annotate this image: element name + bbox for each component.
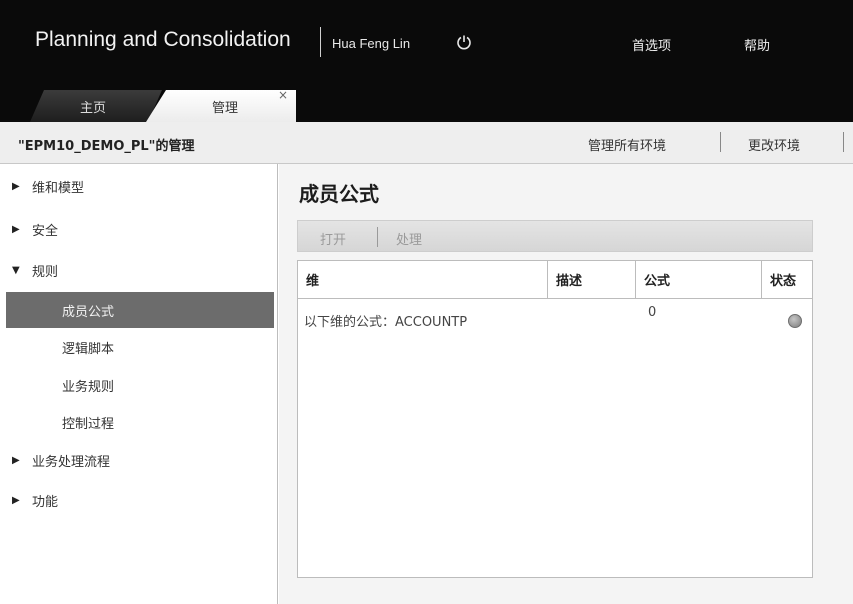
sidebar-item-controls[interactable]: 控制过程: [0, 406, 276, 438]
divider: [720, 132, 721, 152]
sidebar-item-business-process-flows[interactable]: ▶ 业务处理流程: [0, 444, 276, 476]
sidebar: ▶ 维和模型 ▶ 安全 ▼ 规则 成员公式 逻辑脚本 业务规则 控制过程 ▶ 业…: [0, 164, 278, 604]
close-tab-icon[interactable]: ×: [278, 88, 288, 102]
toolbar: 打开 处理: [297, 220, 813, 252]
open-button[interactable]: 打开: [320, 229, 346, 248]
change-environment-link[interactable]: 更改环境: [748, 135, 800, 154]
status-indicator-icon: [788, 314, 802, 328]
sidebar-item-label: 规则: [32, 264, 59, 280]
cell-dimension: 以下维的公式：ACCOUNTP: [304, 315, 468, 330]
divider: [843, 132, 844, 152]
sidebar-item-label: 维和模型: [32, 180, 85, 196]
user-name: Hua Feng Lin: [332, 36, 411, 51]
app-header: Planning and Consolidation Hua Feng Lin …: [0, 0, 853, 122]
process-button[interactable]: 处理: [396, 229, 422, 248]
toolbar-divider: [377, 227, 378, 247]
preferences-link[interactable]: 首选项: [632, 35, 671, 54]
column-header-status[interactable]: 状态: [762, 261, 812, 298]
sidebar-item-business-rules[interactable]: 业务规则: [0, 369, 276, 401]
formulas-table: 维 描述 公式 状态 以下维的公式：ACCOUNTP 0: [297, 260, 813, 578]
tab-admin[interactable]: 管理: [146, 90, 296, 122]
column-header-dimension[interactable]: 维: [298, 261, 548, 298]
sidebar-item-security[interactable]: ▶ 安全: [0, 213, 276, 245]
expand-arrow-icon: ▶: [12, 223, 20, 235]
app-title: Planning and Consolidation: [35, 28, 291, 51]
environment-title: "EPM10_DEMO_PL"的管理: [18, 139, 195, 154]
expand-arrow-icon: ▶: [12, 454, 20, 466]
sidebar-item-features[interactable]: ▶ 功能: [0, 484, 276, 516]
sidebar-item-member-formulas[interactable]: 成员公式: [6, 292, 274, 328]
tab-home[interactable]: 主页: [30, 90, 162, 122]
manage-all-environments-link[interactable]: 管理所有环境: [588, 135, 666, 154]
environment-bar: "EPM10_DEMO_PL"的管理 管理所有环境 更改环境: [0, 122, 853, 164]
sidebar-item-label: 安全: [32, 223, 59, 239]
title-divider: [320, 27, 321, 57]
sidebar-item-label: 功能: [32, 494, 59, 510]
expand-arrow-icon: ▶: [12, 180, 20, 192]
table-header: 维 描述 公式 状态: [298, 261, 812, 299]
page-title: 成员公式: [299, 182, 379, 206]
expand-arrow-icon: ▶: [12, 494, 20, 506]
cell-formula: 0: [648, 305, 657, 320]
main-panel: 成员公式 打开 处理 维 描述 公式 状态 以下维的公式：ACCOUNTP 0: [279, 164, 853, 604]
column-header-description[interactable]: 描述: [548, 261, 636, 298]
collapse-arrow-icon: ▼: [12, 264, 20, 276]
power-icon[interactable]: [456, 34, 472, 50]
sidebar-item-label: 业务处理流程: [32, 454, 111, 470]
sidebar-item-logic-scripts[interactable]: 逻辑脚本: [0, 331, 276, 363]
sidebar-item-dimensions-models[interactable]: ▶ 维和模型: [0, 170, 276, 202]
column-header-formula[interactable]: 公式: [636, 261, 762, 298]
sidebar-item-rules[interactable]: ▼ 规则: [0, 254, 276, 286]
help-link[interactable]: 帮助: [744, 35, 770, 54]
